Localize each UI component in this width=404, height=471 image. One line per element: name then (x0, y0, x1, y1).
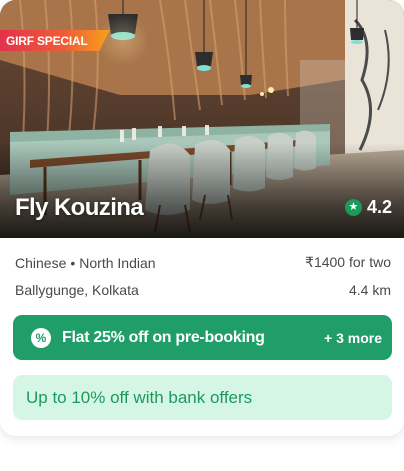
prebooking-offer-banner[interactable]: % Flat 25% off on pre-booking + 3 more (13, 315, 392, 360)
location-text: Ballygunge, Kolkata (15, 282, 139, 298)
more-offers-link[interactable]: + 3 more (324, 330, 382, 346)
rating-value: 4.2 (366, 197, 392, 217)
rating-badge: ★ 4.2 (344, 197, 392, 218)
special-tag: GIRF SPECIAL (0, 30, 110, 51)
cuisine-separator: • (70, 254, 76, 271)
prebooking-offer-text: Flat 25% off on pre-booking (62, 328, 265, 346)
restaurant-name[interactable]: Fly Kouzina (15, 194, 144, 222)
price-for-two: ₹1400 for two (305, 254, 391, 270)
restaurant-photo[interactable]: GIRF SPECIAL Fly Kouzina ★ 4.2 (0, 0, 404, 238)
star-icon: ★ (344, 199, 362, 216)
restaurant-card[interactable]: GIRF SPECIAL Fly Kouzina ★ 4.2 Chinese • N… (0, 0, 404, 436)
cuisine-item: Chinese (15, 254, 67, 271)
bank-offer-banner[interactable]: Up to 10% off with bank offers (13, 375, 392, 420)
bank-offer-text: Up to 10% off with bank offers (26, 387, 253, 407)
location-distance-row: Ballygunge, Kolkata 4.4 km (15, 282, 391, 298)
distance-text: 4.4 km (348, 282, 391, 298)
cuisine-price-row: Chinese • North Indian ₹1400 for two (15, 254, 391, 271)
photo-gradient-overlay (0, 143, 404, 238)
discount-icon: % (31, 327, 51, 348)
cuisine-item: North Indian (79, 254, 156, 271)
cuisine-list: Chinese • North Indian (15, 255, 156, 271)
